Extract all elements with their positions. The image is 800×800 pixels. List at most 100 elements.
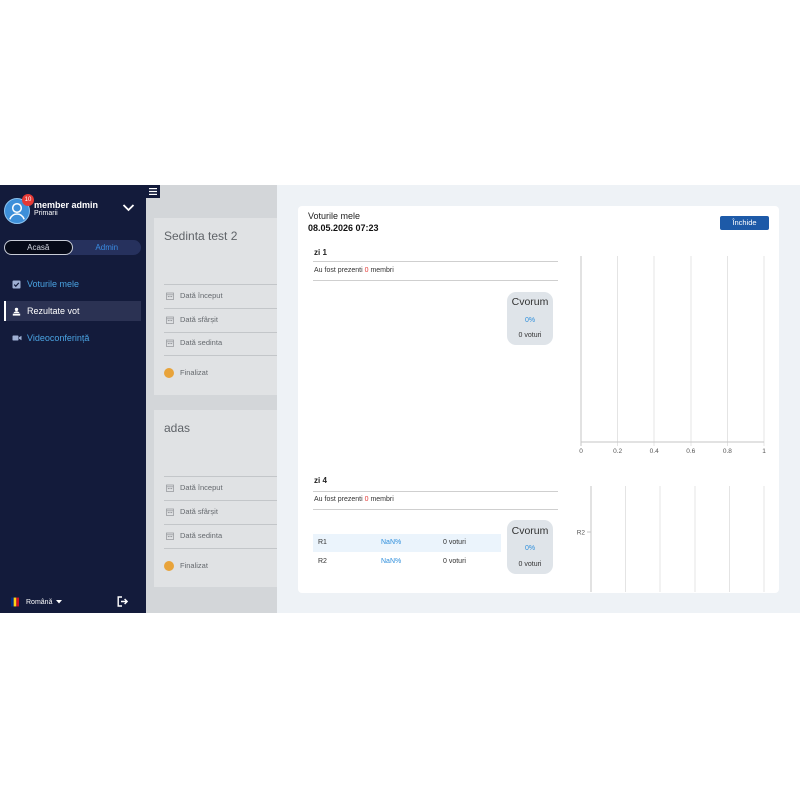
quorum-box: Cvorum 0% 0 voturi xyxy=(507,292,553,345)
language-label: Română xyxy=(26,598,53,606)
presence-count: 0 xyxy=(364,496,369,503)
status-label: Finalizat xyxy=(180,561,208,570)
quorum-label: Cvorum xyxy=(511,524,549,537)
x-tick-label: 0 xyxy=(579,448,583,455)
app-root: 10 member admin Primarii Acasă Admin Vot… xyxy=(0,185,800,613)
quorum-votes: 0 voturi xyxy=(518,561,542,568)
sidebar-item-videoconference[interactable]: Videoconferință xyxy=(4,328,141,348)
session-title: adas xyxy=(164,421,191,435)
quorum-percent: 0% xyxy=(524,545,536,552)
calendar-icon xyxy=(166,532,174,540)
field-label: Dată sfârșit xyxy=(180,507,218,516)
start-date-field: Dată început xyxy=(166,290,223,302)
video-icon xyxy=(12,334,22,343)
toggle-admin[interactable]: Admin xyxy=(73,240,142,255)
presence-count: 0 xyxy=(364,267,369,274)
session-title: Sedinta test 2 xyxy=(164,229,238,243)
option-votes: 0 voturi xyxy=(443,539,466,546)
toggle-home[interactable]: Acasă xyxy=(4,240,73,255)
view-toggle: Acasă Admin xyxy=(4,240,141,255)
user-name: member admin xyxy=(34,200,99,210)
results-chart: R2 xyxy=(577,486,765,592)
language-selector[interactable]: Română xyxy=(11,596,63,608)
divider xyxy=(164,476,277,477)
notification-badge[interactable]: 10 xyxy=(22,194,34,206)
sessions-panel: Sedinta test 2 Dată început Dată sfârșit… xyxy=(146,185,277,613)
presence-suffix: membri xyxy=(370,496,394,503)
y-tick-label: R2 xyxy=(577,529,586,536)
x-tick-label: 0.4 xyxy=(650,448,659,455)
option-name: R1 xyxy=(318,539,327,546)
option-votes: 0 voturi xyxy=(443,558,466,565)
sidebar-item-label: Voturile mele xyxy=(27,279,80,289)
close-button[interactable]: Închide xyxy=(720,216,769,230)
logout-icon[interactable] xyxy=(117,596,128,607)
x-tick-label: 0.8 xyxy=(723,448,732,455)
divider xyxy=(313,280,558,281)
start-date-field: Dată început xyxy=(166,482,223,494)
calendar-icon xyxy=(166,292,174,300)
field-label: Dată sedinta xyxy=(180,338,223,347)
end-date-field: Dată sfârșit xyxy=(166,314,218,326)
session-date-field: Dată sedinta xyxy=(166,337,222,349)
divider xyxy=(164,332,277,333)
divider xyxy=(164,500,277,501)
day-title: zi 4 xyxy=(314,476,327,485)
calendar-icon xyxy=(166,316,174,324)
results-chart: 0 0.2 0.4 0.6 0.8 1 xyxy=(579,256,766,455)
divider xyxy=(164,524,277,525)
romania-flag-icon xyxy=(11,597,19,607)
divider xyxy=(313,509,558,510)
status-dot xyxy=(164,561,174,571)
divider xyxy=(164,548,277,549)
calendar-icon xyxy=(166,484,174,492)
option-name: R2 xyxy=(318,558,327,565)
my-votes-modal: Voturile mele 08.05.2026 07:23 Închide z… xyxy=(298,206,779,593)
results-overlay: Voturile mele 08.05.2026 07:23 Închide z… xyxy=(277,185,800,613)
caret-down-icon xyxy=(56,600,63,604)
session-card[interactable]: adas Dată început Dată sfârșit Dată sedi… xyxy=(154,410,277,587)
option-percent: NaN% xyxy=(381,539,402,546)
user-organization: Primarii xyxy=(34,210,58,217)
sidebar-item-label: Rezultate vot xyxy=(27,306,80,316)
field-label: Dată început xyxy=(180,291,223,300)
sidebar: 10 member admin Primarii Acasă Admin Vot… xyxy=(0,185,146,613)
presence-suffix: membri xyxy=(370,267,394,274)
status-label: Finalizat xyxy=(180,368,208,377)
field-label: Dată sedinta xyxy=(180,531,223,540)
session-date-field: Dată sedinta xyxy=(166,530,222,542)
quorum-label: Cvorum xyxy=(511,296,549,308)
divider xyxy=(313,261,558,262)
modal-datetime: 08.05.2026 07:23 xyxy=(308,223,379,233)
hamburger-icon[interactable] xyxy=(146,185,160,198)
field-label: Dată început xyxy=(180,483,223,492)
divider xyxy=(164,284,277,285)
presence-prefix: Au fost prezenti xyxy=(314,496,363,503)
presence-prefix: Au fost prezenti xyxy=(314,267,363,274)
sidebar-item-label: Videoconferință xyxy=(27,333,90,343)
divider xyxy=(164,355,277,356)
quorum-percent: 0% xyxy=(524,317,536,324)
presence-text: Au fost prezenti 0 membri xyxy=(314,266,394,276)
check-square-icon xyxy=(12,280,22,289)
x-tick-label: 0.6 xyxy=(686,448,695,455)
modal-title: Voturile mele xyxy=(308,211,361,221)
quorum-box: Cvorum 0% 0 voturi xyxy=(507,520,553,574)
sidebar-item-vote-results[interactable]: Rezultate vot xyxy=(4,301,141,321)
day-title: zi 1 xyxy=(314,248,327,257)
field-label: Dată sfârșit xyxy=(180,315,218,324)
presence-text: Au fost prezenti 0 membri xyxy=(314,495,394,505)
status-dot xyxy=(164,368,174,378)
table-row: R1 NaN% 0 voturi xyxy=(313,534,501,552)
sidebar-item-my-votes[interactable]: Voturile mele xyxy=(4,274,141,294)
x-tick-label: 1 xyxy=(762,448,766,455)
quorum-votes: 0 voturi xyxy=(518,332,542,339)
session-card[interactable]: Sedinta test 2 Dată început Dată sfârșit… xyxy=(154,218,277,395)
calendar-icon xyxy=(166,508,174,516)
option-percent: NaN% xyxy=(381,558,402,565)
table-row: R2 NaN% 0 voturi xyxy=(313,553,501,571)
end-date-field: Dată sfârșit xyxy=(166,506,218,518)
chevron-down-icon[interactable] xyxy=(122,203,135,212)
podium-icon xyxy=(12,307,22,316)
calendar-icon xyxy=(166,339,174,347)
